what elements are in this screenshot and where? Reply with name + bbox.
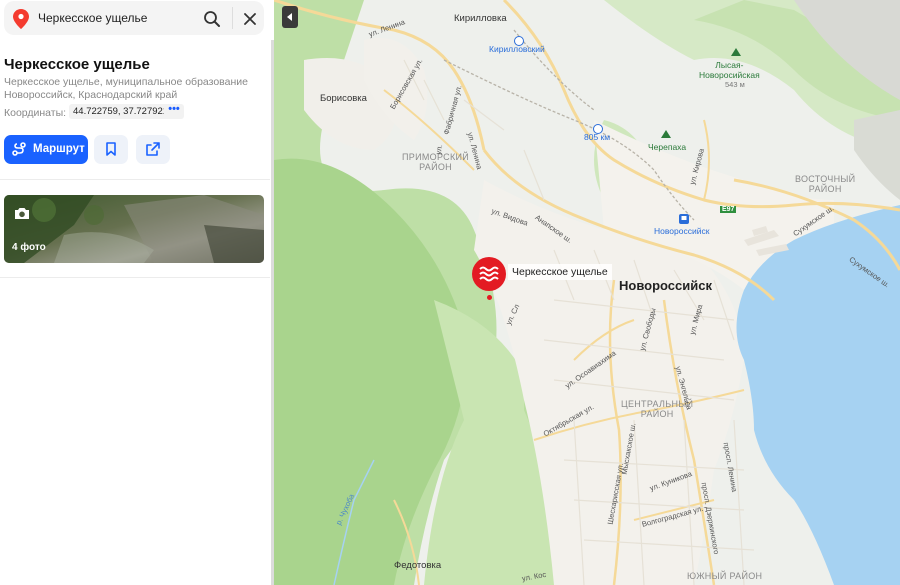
camera-icon bbox=[15, 208, 29, 219]
share-button[interactable] bbox=[136, 135, 170, 164]
photo-gallery[interactable]: 4 фото bbox=[4, 195, 264, 263]
station-label-novorossiysk: Новороссийск bbox=[654, 226, 710, 236]
marker-label[interactable]: Черкесское ущелье bbox=[508, 264, 612, 280]
mountain-icon bbox=[731, 48, 741, 56]
coords-label: Координаты: bbox=[4, 107, 67, 119]
district-label-primorsky: ПРИМОРСКИЙ РАЙОН bbox=[402, 152, 470, 172]
close-button[interactable] bbox=[238, 7, 262, 31]
search-bar bbox=[4, 1, 264, 35]
town-label-fedotovka: Федотовка bbox=[394, 560, 442, 571]
section-divider bbox=[0, 277, 270, 278]
search-input[interactable] bbox=[38, 8, 188, 28]
station-label-805km: 805 км bbox=[584, 132, 611, 142]
station-label-kirillovsky: Кирилловский bbox=[489, 44, 545, 54]
district-label-yuzhny: ЮЖНЫЙ РАЙОН bbox=[687, 571, 763, 581]
railway-station-icon bbox=[679, 214, 689, 224]
collapse-panel-button[interactable] bbox=[282, 6, 298, 28]
bookmark-icon bbox=[106, 142, 116, 156]
place-panel: Черкесское ущелье Черкесское ущелье, мун… bbox=[0, 0, 274, 585]
share-icon bbox=[146, 142, 160, 156]
route-button-label: Маршрут bbox=[33, 143, 85, 155]
mountain-height: 543 м bbox=[725, 80, 745, 89]
coords-more-button[interactable]: ••• bbox=[164, 104, 184, 119]
map-view[interactable]: Кирилловка Борисовка Федотовка Черепаха … bbox=[274, 0, 900, 585]
town-label-borisovka: Борисовка bbox=[320, 93, 367, 104]
city-label: Новороссийск bbox=[619, 278, 712, 293]
bookmark-button[interactable] bbox=[94, 135, 128, 164]
street-label: ул. bbox=[433, 143, 445, 156]
place-title: Черкесское ущелье bbox=[4, 56, 150, 73]
road-badge-e97: E97 bbox=[720, 206, 737, 213]
route-icon bbox=[12, 142, 26, 156]
marker-point bbox=[487, 295, 492, 300]
route-button[interactable]: Маршрут bbox=[4, 135, 88, 164]
search-icon bbox=[204, 11, 220, 27]
chevron-left-icon bbox=[287, 13, 292, 21]
waves-icon bbox=[472, 257, 506, 291]
close-icon bbox=[244, 13, 256, 25]
mountain-icon bbox=[661, 130, 671, 138]
photo-count: 4 фото bbox=[12, 242, 46, 253]
place-address: Черкесское ущелье, муниципальное образов… bbox=[4, 76, 248, 101]
section-divider bbox=[0, 179, 270, 180]
coords-value[interactable]: 44.722759, 37.727921 bbox=[69, 104, 173, 119]
search-button[interactable] bbox=[200, 7, 224, 31]
town-label-kirillovka: Кирилловка bbox=[454, 13, 507, 24]
search-divider bbox=[232, 7, 233, 29]
location-pin-icon bbox=[13, 9, 29, 29]
map-canvas bbox=[274, 0, 900, 585]
district-label-vostochny: ВОСТОЧНЫЙ РАЙОН bbox=[795, 174, 856, 194]
place-marker[interactable] bbox=[472, 257, 506, 291]
landmark-label-cherepakha: Черепаха bbox=[648, 142, 687, 152]
mountain-label: Лысая- Новоросийская bbox=[699, 60, 760, 80]
